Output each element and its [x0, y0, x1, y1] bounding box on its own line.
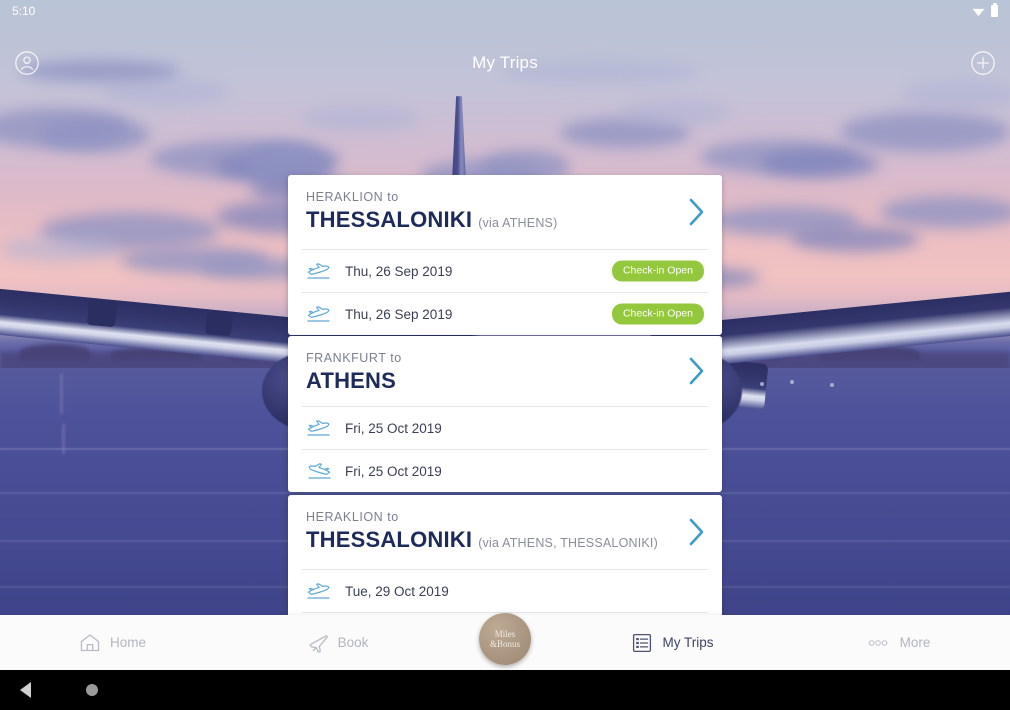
flight-date: Fri, 25 Oct 2019: [345, 420, 442, 436]
tab-book[interactable]: Book: [225, 632, 450, 654]
app-top-bar: My Trips: [0, 40, 1010, 86]
chevron-right-icon[interactable]: [688, 356, 706, 386]
tab-label: More: [899, 635, 931, 650]
plane-departure-icon: [307, 583, 330, 599]
flight-row[interactable]: Fri, 25 Oct 2019: [302, 449, 708, 492]
status-time: 5:10: [12, 4, 36, 18]
chevron-right-icon[interactable]: [688, 197, 706, 227]
tab-my-trips[interactable]: My Trips: [560, 632, 785, 654]
trip-origin: HERAKLION to: [306, 510, 399, 524]
trip-card[interactable]: FRANKFURT to ATHENS Fri, 25 Oct 2019 Fri…: [288, 336, 722, 492]
wifi-icon: [972, 8, 985, 16]
tab-label: My Trips: [662, 635, 714, 650]
miles-bonus-line1: Miles: [494, 629, 516, 639]
tab-more[interactable]: More: [785, 632, 1010, 654]
tab-label: Book: [337, 635, 369, 650]
home-icon: [80, 633, 100, 651]
battery-icon: [991, 3, 998, 17]
trip-card[interactable]: HERAKLION to THESSALONIKI (via ATHENS) T…: [288, 175, 722, 335]
list-icon: [633, 633, 652, 652]
trip-via: (via ATHENS, THESSALONIKI): [478, 536, 658, 550]
flight-row[interactable]: Thu, 26 Sep 2019 Check-in Open: [302, 249, 708, 292]
more-dots-icon: [868, 639, 888, 646]
trip-origin: HERAKLION to: [306, 190, 399, 204]
chevron-right-icon[interactable]: [688, 517, 706, 547]
flight-date: Thu, 26 Sep 2019: [345, 263, 453, 279]
trip-card[interactable]: HERAKLION to THESSALONIKI (via ATHENS, T…: [288, 495, 722, 615]
status-bar: 5:10: [0, 0, 1010, 22]
plane-departure-icon: [307, 306, 330, 322]
trip-via: (via ATHENS): [478, 216, 558, 230]
flight-date: Tue, 29 Oct 2019: [345, 583, 449, 599]
add-circle-icon[interactable]: [970, 50, 996, 76]
home-circle-icon[interactable]: [86, 684, 98, 696]
status-badge[interactable]: Check-in Open: [611, 260, 704, 282]
airplane-icon: [308, 634, 328, 653]
flight-date: Fri, 25 Oct 2019: [345, 463, 442, 479]
system-navigation-bar: [0, 670, 1010, 710]
trip-card-header[interactable]: FRANKFURT to ATHENS: [288, 336, 722, 406]
flight-row[interactable]: Thu, 26 Sep 2019 Check-in Open: [302, 292, 708, 335]
page-title: My Trips: [472, 53, 538, 72]
tab-label: Home: [109, 635, 146, 650]
trip-origin: FRANKFURT to: [306, 351, 402, 365]
plane-arrival-icon: [308, 463, 331, 479]
app-screen: 5:10 My Trips HERAKLION to THESSALONIKI …: [0, 0, 1010, 710]
flight-row[interactable]: Tue, 29 Oct 2019: [302, 569, 708, 612]
back-triangle-icon[interactable]: [20, 682, 31, 698]
trip-destination: THESSALONIKI: [306, 207, 473, 232]
status-badge[interactable]: Check-in Open: [611, 303, 704, 325]
miles-bonus-button[interactable]: Miles &Bonus: [479, 613, 531, 665]
miles-bonus-line2: &Bonus: [489, 639, 520, 649]
flight-row[interactable]: Fri, 25 Oct 2019: [302, 406, 708, 449]
trip-card-header[interactable]: HERAKLION to THESSALONIKI (via ATHENS, T…: [288, 495, 722, 569]
trip-card-header[interactable]: HERAKLION to THESSALONIKI (via ATHENS): [288, 175, 722, 249]
flight-date: Thu, 26 Sep 2019: [345, 306, 453, 322]
trip-destination: ATHENS: [306, 368, 397, 393]
tab-home[interactable]: Home: [0, 632, 225, 654]
trip-destination: THESSALONIKI: [306, 527, 473, 552]
trips-list[interactable]: HERAKLION to THESSALONIKI (via ATHENS) T…: [0, 86, 1010, 615]
plane-departure-icon: [307, 420, 330, 436]
plane-departure-icon: [307, 263, 330, 279]
